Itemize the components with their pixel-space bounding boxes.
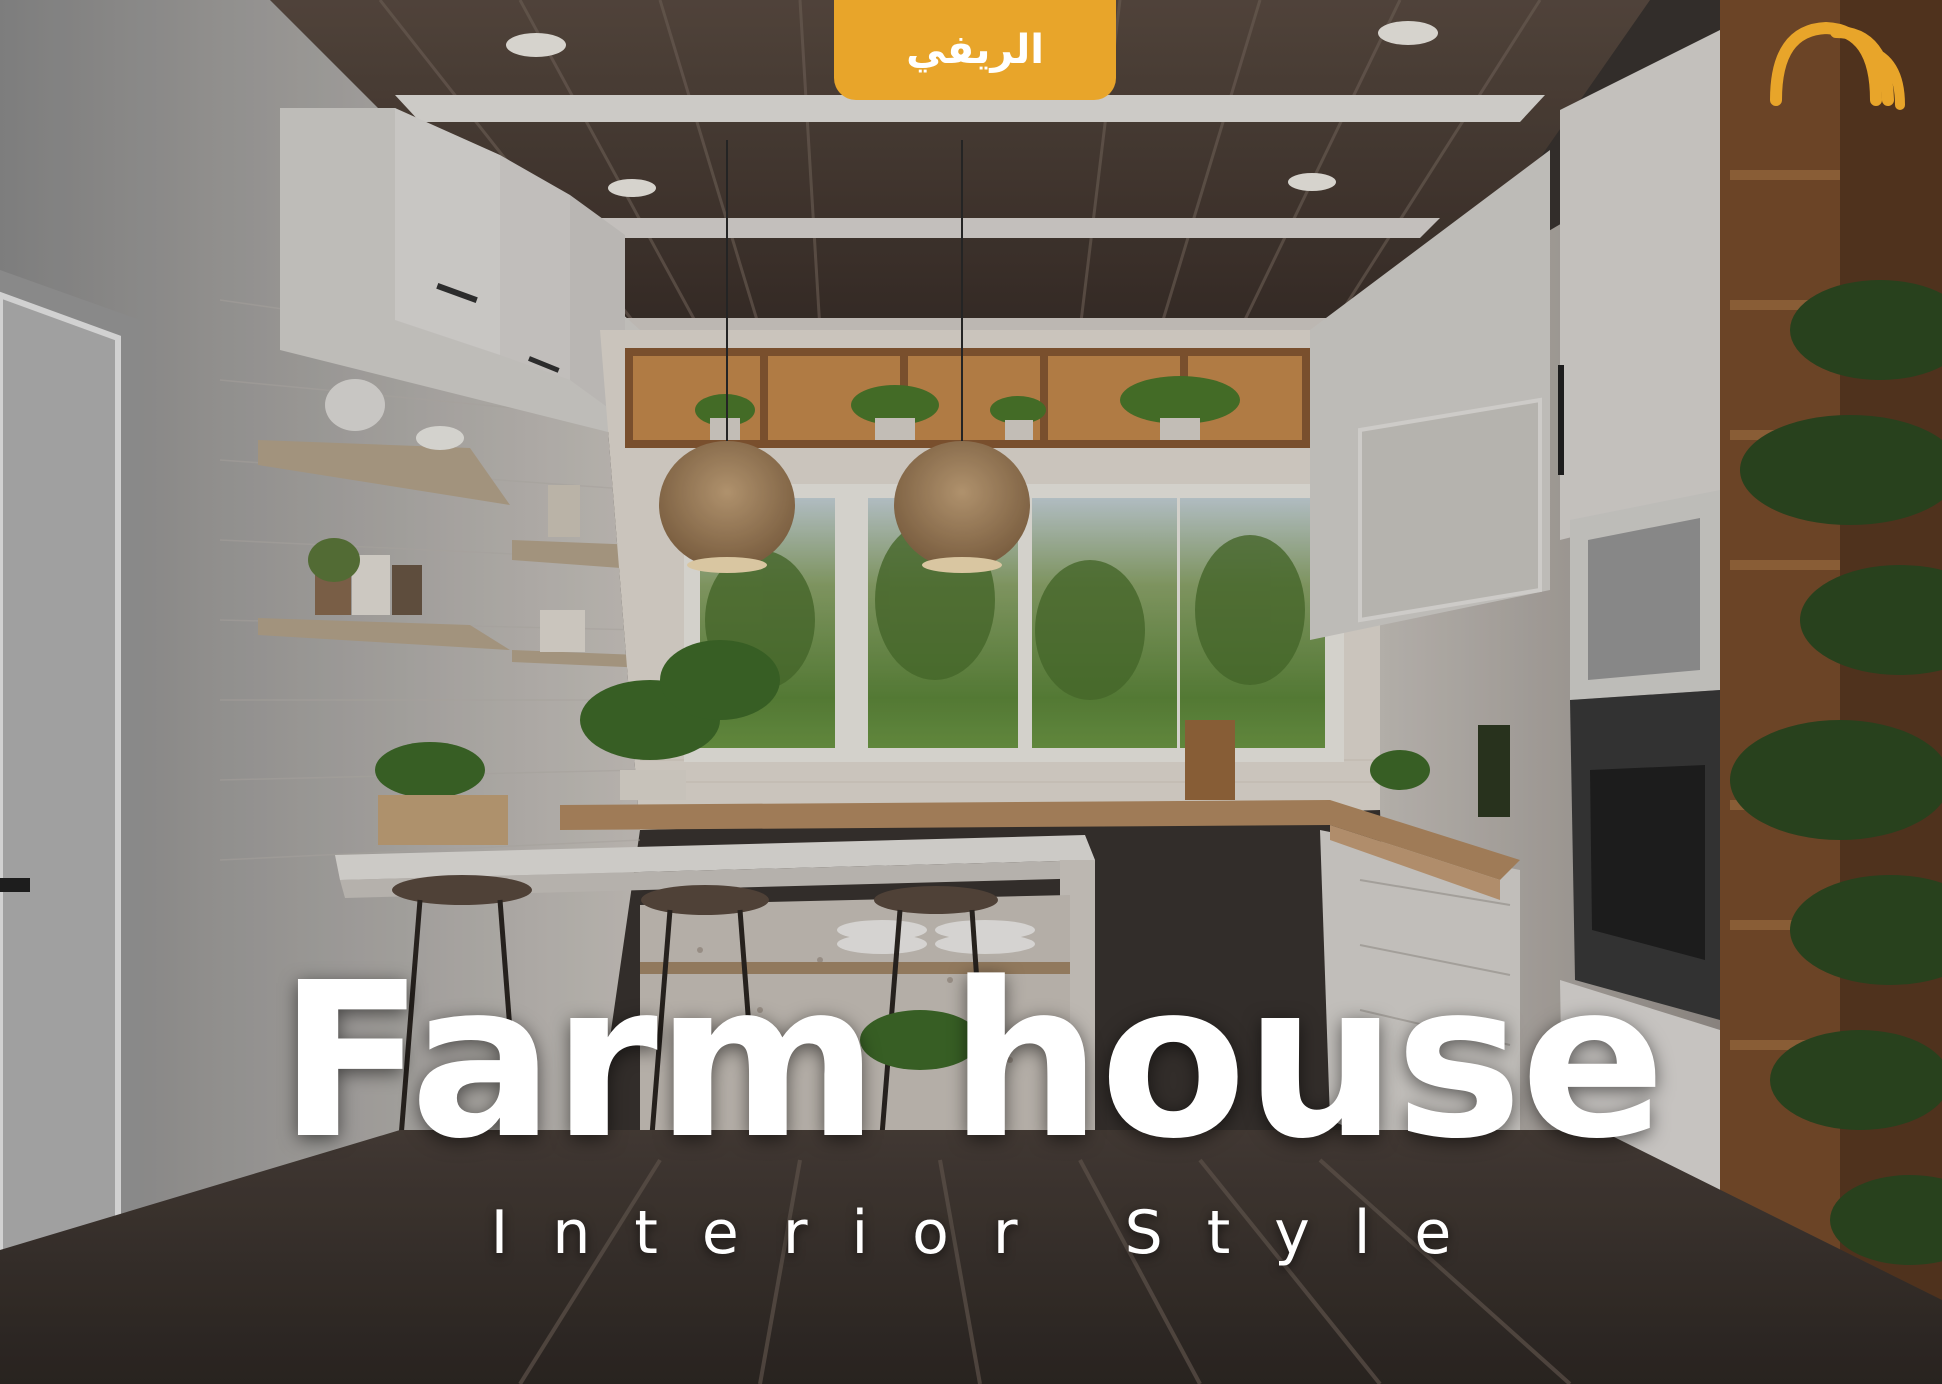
headline-title: Farm house [278,937,1665,1186]
category-badge: الريفي [834,0,1116,100]
badge-label: الريفي [906,27,1044,73]
headline-subtitle: Interior Style [490,1198,1496,1268]
arch-lines-logo-icon [1770,21,1905,110]
